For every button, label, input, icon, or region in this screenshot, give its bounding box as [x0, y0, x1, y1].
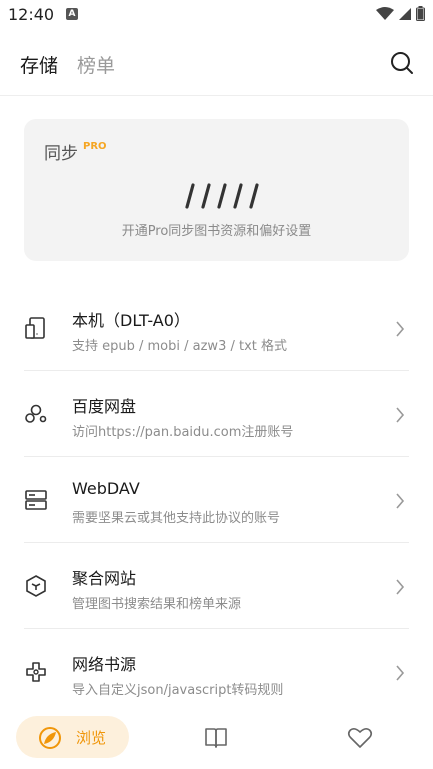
- sync-card[interactable]: 同步 PRO 开通Pro同步图书资源和偏好设置: [24, 119, 409, 261]
- chevron-right-icon: [396, 665, 405, 681]
- battery-icon: [416, 6, 425, 21]
- heart-icon[interactable]: [347, 726, 373, 750]
- server-icon: [25, 490, 47, 510]
- bottom-nav: 浏览: [0, 710, 433, 764]
- notification-letter: A: [68, 9, 76, 19]
- chevron-right-icon: [396, 321, 405, 337]
- status-time: 12:40: [8, 5, 55, 24]
- item-title: 本机（DLT-A0）: [72, 311, 190, 330]
- search-icon[interactable]: [389, 50, 415, 76]
- plugin-icon: [26, 662, 46, 682]
- hexagon-icon: [26, 575, 46, 597]
- list-item-baidu[interactable]: 百度网盘 访问https://pan.baidu.com注册账号: [24, 371, 409, 457]
- item-title: WebDAV: [72, 479, 140, 498]
- item-subtitle: 导入自定义json/javascript转码规则: [72, 683, 284, 698]
- item-subtitle: 支持 epub / mobi / azw3 / txt 格式: [72, 339, 288, 354]
- item-subtitle: 访问https://pan.baidu.com注册账号: [72, 425, 294, 440]
- item-title: 聚合网站: [72, 569, 137, 588]
- book-icon[interactable]: [204, 726, 228, 750]
- status-bar: 12:40 A: [0, 0, 433, 30]
- item-title: 网络书源: [72, 655, 137, 674]
- signal-icon: [399, 7, 411, 20]
- cloud-nodes-icon: [25, 404, 47, 423]
- notification-icon: A: [66, 8, 78, 20]
- item-title: 百度网盘: [72, 397, 137, 416]
- tab-storage[interactable]: 存储: [20, 51, 58, 78]
- list-item-webdav[interactable]: WebDAV 需要坚果云或其他支持此协议的账号: [24, 457, 409, 543]
- list-item-local[interactable]: 本机（DLT-A0） 支持 epub / mobi / azw3 / txt 格…: [24, 285, 409, 371]
- wifi-icon: [376, 6, 394, 20]
- chevron-right-icon: [396, 407, 405, 423]
- list-item-aggregate[interactable]: 聚合网站 管理图书搜索结果和榜单来源: [24, 543, 409, 629]
- sync-slashes-icon: [185, 183, 259, 209]
- list-item-network-source[interactable]: 网络书源 导入自定义json/javascript转码规则: [24, 629, 409, 715]
- compass-leaf-icon: [39, 727, 61, 749]
- status-icons: [376, 6, 425, 21]
- tab-rank[interactable]: 榜单: [77, 51, 115, 78]
- nav-browse-label: 浏览: [76, 729, 107, 747]
- phone-icon: [25, 317, 45, 339]
- sync-title: 同步: [44, 144, 78, 164]
- nav-browse-button[interactable]: 浏览: [16, 716, 129, 758]
- sync-description: 开通Pro同步图书资源和偏好设置: [121, 224, 312, 239]
- item-subtitle: 需要坚果云或其他支持此协议的账号: [72, 511, 281, 526]
- source-list: 本机（DLT-A0） 支持 epub / mobi / azw3 / txt 格…: [24, 285, 409, 715]
- header: 存储 榜单: [0, 40, 433, 96]
- item-subtitle: 管理图书搜索结果和榜单来源: [72, 597, 242, 612]
- pro-badge: PRO: [83, 141, 107, 152]
- chevron-right-icon: [396, 493, 405, 509]
- chevron-right-icon: [396, 579, 405, 595]
